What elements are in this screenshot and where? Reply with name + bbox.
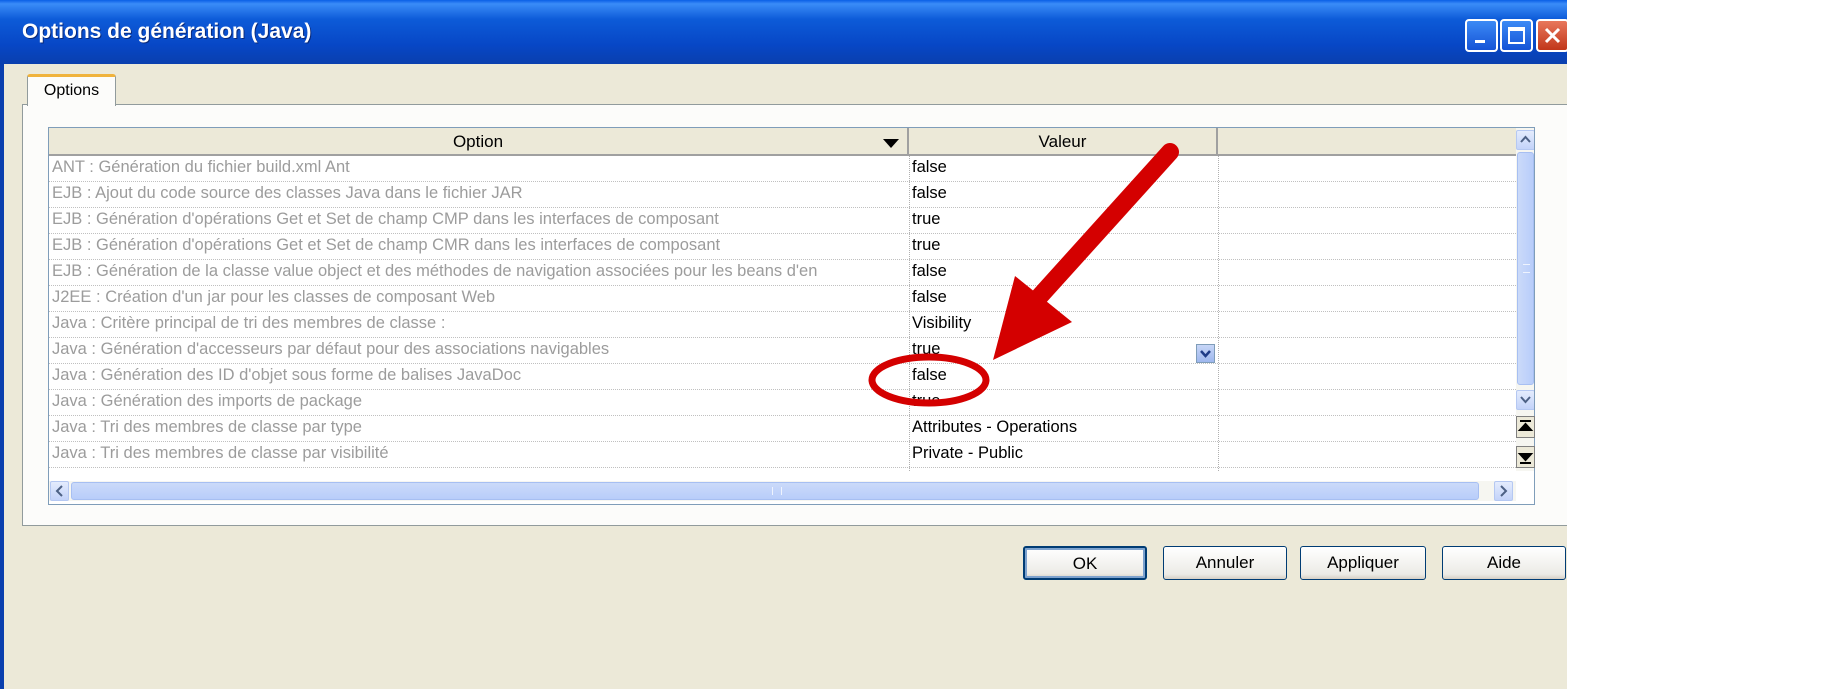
table-row[interactable]: Java : Tri des membres de classe par vis… (49, 442, 1516, 468)
table-row[interactable]: EJB : Génération d'opérations Get et Set… (49, 234, 1516, 260)
option-cell[interactable]: Java : Tri des membres de classe par vis… (52, 444, 906, 463)
option-cell[interactable]: Java : Génération des imports de package (52, 392, 906, 411)
column-header-value[interactable]: Valeur (909, 128, 1218, 156)
value-cell[interactable]: true (912, 236, 1212, 255)
table-row[interactable]: ANT : Génération du fichier build.xml An… (49, 156, 1516, 182)
grip-icon (1523, 264, 1530, 273)
column-divider (909, 156, 910, 471)
cancel-button[interactable]: Annuler (1163, 546, 1287, 580)
value-cell[interactable]: true (912, 340, 1212, 359)
window-title: Options de génération (Java) (22, 20, 312, 43)
close-button[interactable] (1536, 19, 1567, 52)
option-cell[interactable]: Java : Critère principal de tri des memb… (52, 314, 906, 333)
value-cell[interactable]: true (912, 392, 1212, 411)
apply-button[interactable]: Appliquer (1300, 546, 1426, 580)
horizontal-scroll-thumb[interactable] (71, 482, 1479, 500)
column-header-label: Valeur (1038, 132, 1087, 151)
column-header-option[interactable]: Option (49, 128, 909, 156)
ok-button[interactable]: OK (1023, 546, 1147, 580)
table-row[interactable]: EJB : Génération d'opérations Get et Set… (49, 208, 1516, 234)
move-to-top-button[interactable] (1516, 416, 1535, 438)
option-cell[interactable]: EJB : Génération de la classe value obje… (52, 262, 906, 281)
value-cell[interactable]: false (912, 184, 1212, 203)
table-row[interactable]: Java : Tri des membres de classe par typ… (49, 416, 1516, 442)
title-bar[interactable]: Options de génération (Java) (0, 0, 1567, 64)
vertical-scroll-thumb[interactable] (1517, 152, 1534, 385)
window-border (0, 64, 4, 689)
close-icon (1544, 27, 1561, 44)
option-cell[interactable]: ANT : Génération du fichier build.xml An… (52, 158, 906, 177)
value-cell[interactable]: false (912, 288, 1212, 307)
minimize-button[interactable] (1465, 19, 1498, 52)
value-cell[interactable]: false (912, 262, 1212, 281)
horizontal-scrollbar[interactable] (49, 481, 1516, 501)
dialog-window: Options de génération (Java) Options Opt… (0, 0, 1567, 689)
option-cell[interactable]: J2EE : Création d'un jar pour les classe… (52, 288, 906, 307)
grip-icon (772, 487, 782, 495)
option-cell[interactable]: Java : Génération d'accesseurs par défau… (52, 340, 906, 359)
scroll-up-button[interactable] (1516, 130, 1534, 150)
sort-descending-icon[interactable] (883, 139, 899, 148)
value-cell[interactable]: Visibility (912, 314, 1212, 333)
value-cell[interactable]: true (912, 210, 1212, 229)
table-row[interactable]: Java : Génération des ID d'objet sous fo… (49, 364, 1516, 390)
column-divider (1218, 156, 1219, 471)
table-row[interactable]: Java : Critère principal de tri des memb… (49, 312, 1516, 338)
scroll-right-button[interactable] (1494, 481, 1513, 501)
table-row[interactable]: J2EE : Création d'un jar pour les classe… (49, 286, 1516, 312)
table-row[interactable]: EJB : Génération de la classe value obje… (49, 260, 1516, 286)
value-cell[interactable]: false (912, 158, 1212, 177)
maximize-button[interactable] (1500, 19, 1533, 52)
chevron-down-icon (1520, 396, 1531, 404)
options-grid[interactable]: Option Valeur ANT : Génération du fichie… (48, 127, 1535, 505)
option-cell[interactable]: Java : Génération des ID d'objet sous fo… (52, 366, 906, 385)
move-to-bottom-button[interactable] (1516, 446, 1535, 468)
value-cell[interactable]: Attributes - Operations (912, 418, 1212, 437)
scroll-down-button[interactable] (1516, 390, 1534, 410)
scroll-left-button[interactable] (50, 481, 69, 501)
chevron-right-icon (1500, 485, 1508, 497)
move-bottom-icon (1517, 453, 1534, 464)
tab-options[interactable]: Options (27, 74, 116, 106)
maximize-icon (1508, 27, 1525, 44)
minimize-icon (1475, 40, 1485, 43)
move-top-icon (1517, 420, 1534, 431)
value-cell[interactable]: Private - Public (912, 444, 1212, 463)
table-row[interactable]: Java : Génération des imports de package… (49, 390, 1516, 416)
column-header-label: Option (452, 132, 504, 151)
chevron-down-icon (1200, 350, 1211, 358)
table-row[interactable]: Java : Génération d'accesseurs par défau… (49, 338, 1516, 364)
option-cell[interactable]: EJB : Ajout du code source des classes J… (52, 184, 906, 203)
help-button[interactable]: Aide (1442, 546, 1566, 580)
option-cell[interactable]: Java : Tri des membres de classe par typ… (52, 418, 906, 437)
option-cell[interactable]: EJB : Génération d'opérations Get et Set… (52, 236, 906, 255)
chevron-up-icon (1520, 135, 1531, 143)
table-row[interactable]: EJB : Ajout du code source des classes J… (49, 182, 1516, 208)
value-cell[interactable]: false (912, 366, 1212, 385)
chevron-left-icon (55, 485, 63, 497)
column-header-empty (1218, 128, 1516, 156)
value-dropdown-button[interactable] (1196, 344, 1215, 363)
option-cell[interactable]: EJB : Génération d'opérations Get et Set… (52, 210, 906, 229)
